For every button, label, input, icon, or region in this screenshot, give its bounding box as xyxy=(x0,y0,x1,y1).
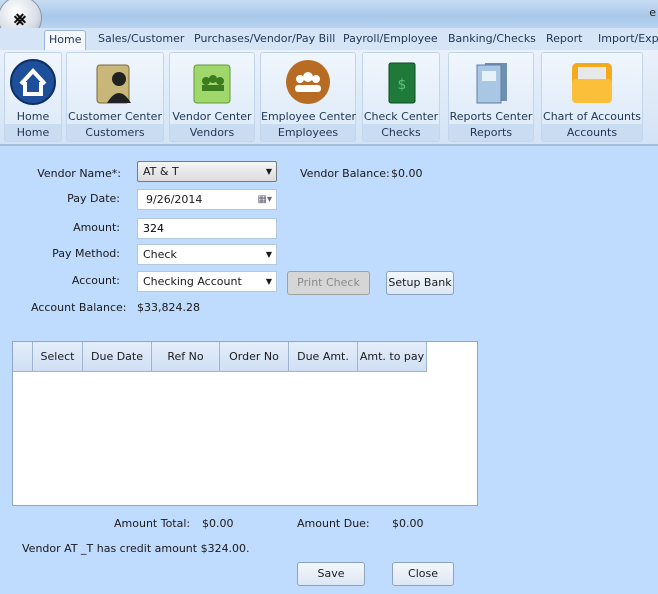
row-header-corner xyxy=(13,342,33,372)
close-button[interactable]: Close xyxy=(392,562,454,586)
chevron-down-icon: ▼ xyxy=(265,277,272,286)
calendar-icon[interactable]: ▦▾ xyxy=(258,190,272,209)
account-balance-label: Account Balance: xyxy=(31,301,127,314)
credit-message: Vendor AT _T has credit amount $324.00. xyxy=(22,542,250,555)
tab-banking-checks[interactable]: Banking/Checks xyxy=(444,30,540,50)
tab-home[interactable]: Home xyxy=(44,30,87,50)
home-icon xyxy=(10,59,56,105)
reports-binder-icon xyxy=(476,63,507,104)
setup-bank-button[interactable]: Setup Bank xyxy=(386,271,454,295)
ribbon-group-label: Accounts xyxy=(542,124,642,141)
vendor-name-value: AT & T xyxy=(143,165,179,178)
amount-label: Amount: xyxy=(73,221,120,234)
ribbon: Home Home Customer Center Customers Vend… xyxy=(0,50,658,146)
checkbook-icon: $ xyxy=(388,62,416,104)
ribbon-group-label: Employees xyxy=(261,124,355,141)
amount-due-label: Amount Due: xyxy=(297,517,370,530)
chevron-down-icon: ▼ xyxy=(265,250,272,259)
column-header-due-amt[interactable]: Due Amt. xyxy=(289,342,358,372)
save-button[interactable]: Save xyxy=(297,562,365,586)
ribbon-home-button[interactable]: Home Home xyxy=(4,52,62,142)
ribbon-tabs: Home Sales/Customer Purchases/Vendor/Pay… xyxy=(0,28,658,50)
ribbon-label: Vendor Center xyxy=(172,110,252,123)
customer-folder-icon xyxy=(96,64,131,104)
ribbon-chart-of-accounts-button[interactable]: Chart of Accounts Accounts xyxy=(541,52,643,142)
ribbon-label: Employee Center xyxy=(261,110,356,123)
account-value: Checking Account xyxy=(143,275,242,288)
ribbon-reports-center-button[interactable]: Reports Center Reports xyxy=(448,52,534,142)
ribbon-label: Check Center xyxy=(363,110,439,123)
print-check-button[interactable]: Print Check xyxy=(287,271,370,295)
pay-date-value: 9/26/2014 xyxy=(146,193,203,206)
account-label: Account: xyxy=(71,274,120,287)
chevron-down-icon: ▼ xyxy=(265,167,272,176)
ribbon-group-label: Home xyxy=(5,124,61,141)
ribbon-group-label: Vendors xyxy=(170,124,254,141)
title-bar: e xyxy=(0,0,658,28)
ribbon-customer-center-button[interactable]: Customer Center Customers xyxy=(66,52,164,142)
ribbon-label: Customer Center xyxy=(68,110,162,123)
window-title: e xyxy=(649,6,656,19)
svg-text:$: $ xyxy=(398,77,407,93)
tab-purchases-vendor[interactable]: Purchases/Vendor/Pay Bill xyxy=(190,30,339,50)
ribbon-group-label: Reports xyxy=(449,124,533,141)
pay-date-picker[interactable]: 9/26/2014 ▦▾ xyxy=(137,189,277,210)
column-header-amt-to-pay[interactable]: Amt. to pay xyxy=(358,342,427,372)
pay-method-label: Pay Method: xyxy=(52,247,120,260)
amount-input[interactable] xyxy=(137,218,277,239)
bills-grid[interactable]: Select Due Date Ref No Order No Due Amt.… xyxy=(12,341,478,506)
pay-method-value: Check xyxy=(143,248,177,261)
amount-due-value: $0.00 xyxy=(392,517,424,530)
column-header-due-date[interactable]: Due Date xyxy=(83,342,152,372)
vendor-name-label: Vendor Name*: xyxy=(37,167,121,180)
ribbon-group-label: Checks xyxy=(363,124,439,141)
accounts-folder-icon xyxy=(572,63,612,103)
ribbon-vendor-center-button[interactable]: Vendor Center Vendors xyxy=(169,52,255,142)
employees-icon xyxy=(286,60,330,104)
tab-report[interactable]: Report xyxy=(542,30,586,50)
vendor-balance-value: $0.00 xyxy=(391,167,423,180)
tab-sales-customer[interactable]: Sales/Customer xyxy=(94,30,188,50)
ribbon-label: Home xyxy=(16,110,50,123)
pay-method-select[interactable]: Check ▼ xyxy=(137,244,277,265)
tab-import-export[interactable]: Import/Expo xyxy=(594,30,658,50)
vendor-book-icon xyxy=(193,64,231,104)
amount-total-value: $0.00 xyxy=(202,517,234,530)
account-balance-value: $33,824.28 xyxy=(137,301,200,314)
ribbon-employee-center-button[interactable]: Employee Center Employees xyxy=(260,52,356,142)
ribbon-label: Chart of Accounts xyxy=(543,110,641,123)
app-logo-icon: ⨳ xyxy=(13,6,27,30)
column-header-ref-no[interactable]: Ref No xyxy=(152,342,220,372)
ribbon-group-label: Customers xyxy=(67,124,163,141)
amount-total-label: Amount Total: xyxy=(114,517,191,530)
ribbon-label: Reports Center xyxy=(449,110,533,123)
vendor-balance-label: Vendor Balance: xyxy=(300,167,390,180)
tab-payroll-employee[interactable]: Payroll/Employee xyxy=(339,30,442,50)
pay-date-label: Pay Date: xyxy=(67,192,120,205)
column-header-order-no[interactable]: Order No xyxy=(220,342,289,372)
ribbon-check-center-button[interactable]: $ Check Center Checks xyxy=(362,52,440,142)
column-header-select[interactable]: Select xyxy=(33,342,83,372)
account-select[interactable]: Checking Account ▼ xyxy=(137,271,277,292)
vendor-name-select[interactable]: AT & T ▼ xyxy=(137,161,277,182)
